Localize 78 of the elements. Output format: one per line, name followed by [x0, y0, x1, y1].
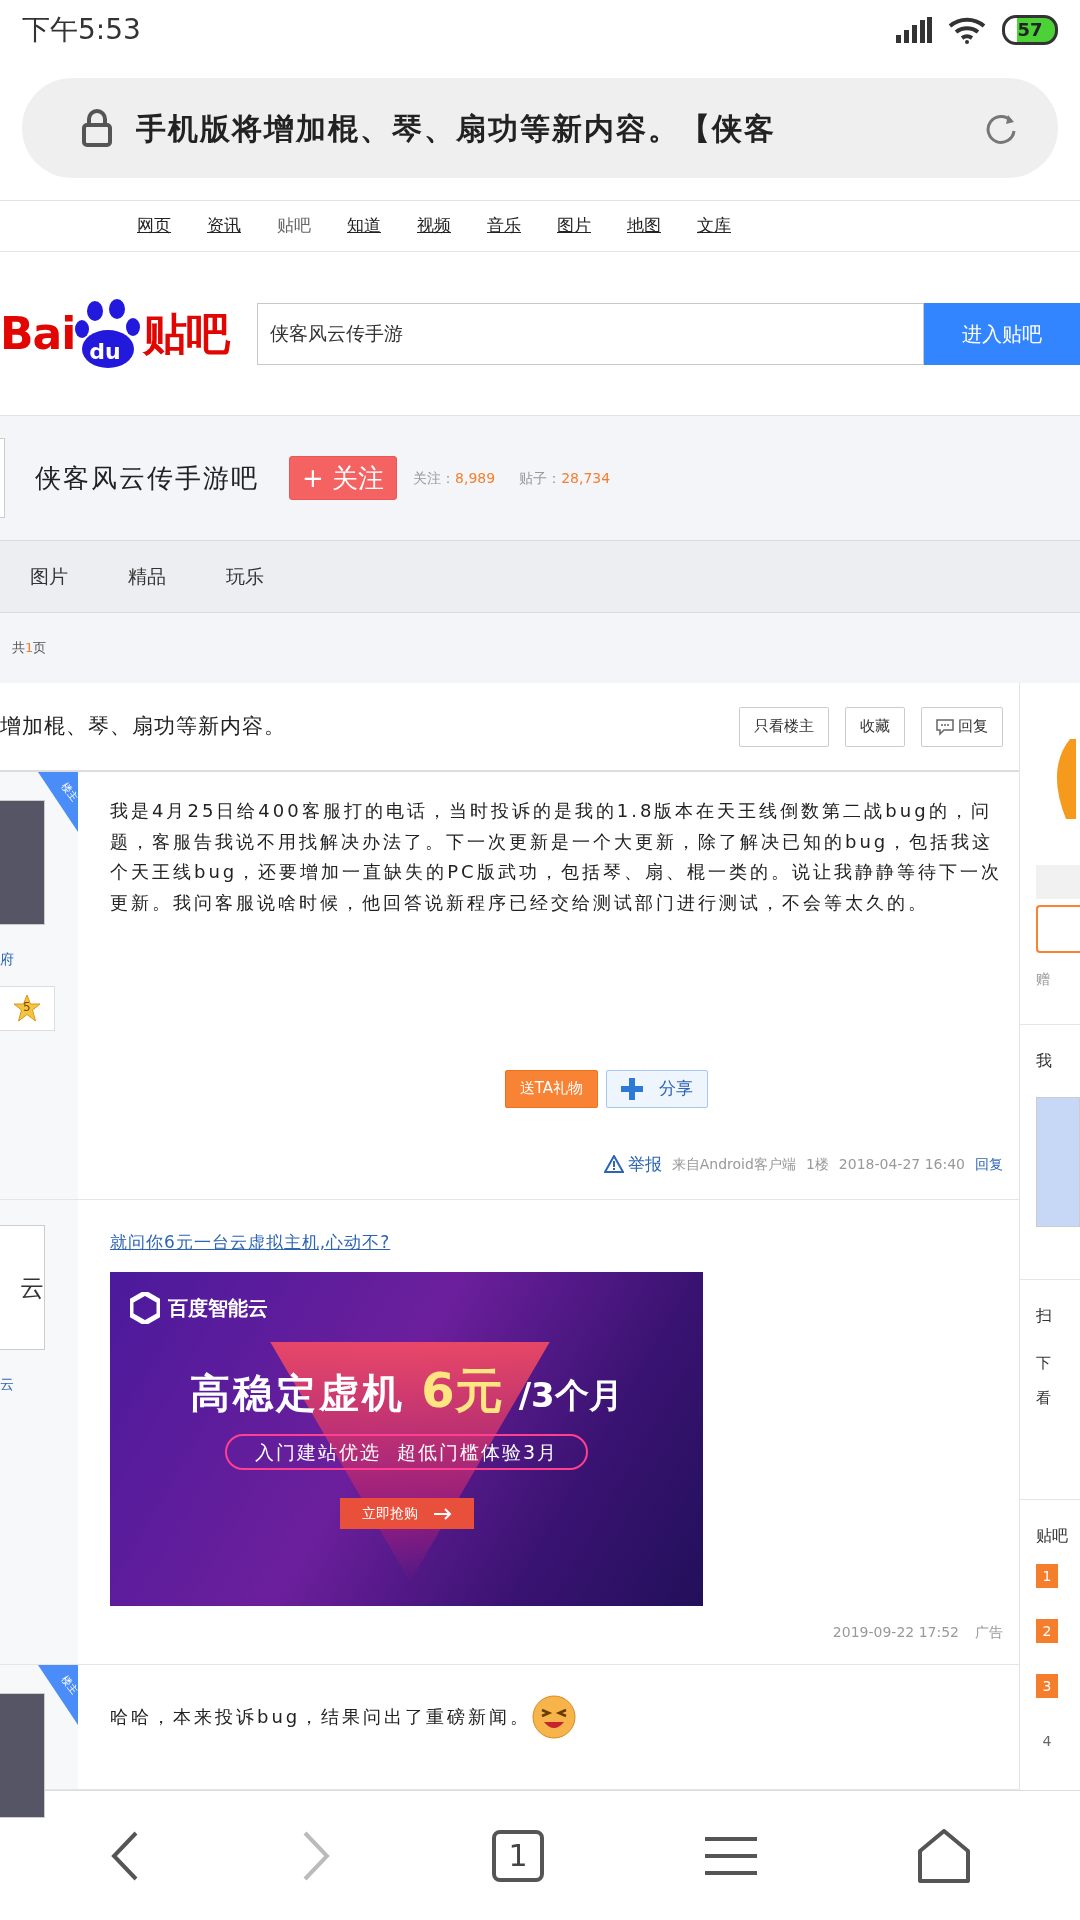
- menu-icon[interactable]: [705, 1834, 757, 1877]
- gift-note: 赠: [1036, 970, 1051, 989]
- home-icon[interactable]: [918, 1828, 970, 1883]
- search-nav-link[interactable]: 文库: [697, 213, 731, 239]
- reply-link[interactable]: 回复: [975, 1153, 1003, 1175]
- banner-period: /3个月: [518, 1373, 623, 1417]
- logo-text: 贴吧: [143, 306, 230, 361]
- thread-title: 增加棍、琴、扇功等新内容。: [0, 712, 286, 740]
- warning-icon: [603, 1155, 624, 1174]
- floor-owner-label: 楼主: [58, 779, 82, 804]
- logo-text: Bai: [0, 306, 76, 361]
- banner-price: 6元: [421, 1360, 503, 1420]
- banner-brand: 百度智能云: [168, 1294, 268, 1322]
- report-link[interactable]: 举报: [603, 1151, 662, 1177]
- sidebar-heading: 贴吧: [1036, 1525, 1069, 1547]
- avatar-logo-text: 云: [20, 1272, 44, 1304]
- gift-input[interactable]: [1036, 905, 1080, 953]
- search-field[interactable]: 侠客风云传手游: [257, 302, 925, 365]
- floor-number: 1楼: [805, 1154, 829, 1174]
- search-nav-link[interactable]: 图片: [557, 213, 591, 239]
- floor-owner-label: 楼主: [58, 1672, 82, 1697]
- buy-now-button[interactable]: 立即抢购: [339, 1498, 474, 1529]
- username[interactable]: 云: [0, 1374, 78, 1395]
- search-nav-link[interactable]: 地图: [627, 213, 661, 239]
- post-text: 哈哈，本来投诉bug，结果问出了重磅新闻。: [110, 1704, 532, 1729]
- rank-number: 4: [1041, 1732, 1053, 1751]
- forum-tab[interactable]: 玩乐: [226, 562, 264, 591]
- share-button[interactable]: 分享: [606, 1069, 709, 1108]
- post-text: 我是4月25日给400客服打的电话，当时投诉的是我的1.8版本在天王线倒数第二战bug的，问题，客服告我说不用找解决办法了。下一次更新是一个大更新，除了解决已知的bug，包括我这个天王线bug，还要增加一直缺失的PC版武功，包括琴、扇、棍一类的。说让我静静等待下一次更新。我问客服说啥时候，他回答说新程序已经交给测试部门进行测试，不会等太久的。: [110, 799, 1003, 915]
- username[interactable]: 府: [0, 949, 78, 970]
- tabs-button[interactable]: 1: [492, 1829, 544, 1882]
- arrow-right-icon: [433, 1507, 452, 1520]
- forum-tab[interactable]: 精品: [128, 562, 166, 591]
- ad-banner[interactable]: 百度智能云 高稳定虚机 6元 /3个月 入门建站优选 超低门槛体验3月 立即抢购: [110, 1271, 703, 1606]
- lock-icon: [82, 109, 112, 147]
- thread-action-button[interactable]: 收藏: [845, 706, 905, 747]
- emoji-icon: [531, 1694, 578, 1740]
- forum-name: 侠客风云传手游吧: [35, 461, 259, 495]
- wifi-icon: [948, 16, 986, 44]
- sidebar-heading: 我: [1036, 1050, 1053, 1072]
- search-nav-link[interactable]: 音乐: [487, 213, 521, 239]
- search-nav-link[interactable]: 网页: [137, 213, 171, 239]
- search-nav-link[interactable]: 资讯: [207, 213, 241, 239]
- thread-action-button[interactable]: 只看楼主: [739, 706, 829, 747]
- rank-number: 3: [1036, 1674, 1058, 1698]
- page-title: 手机版将增加棍、琴、扇功等新内容。【侠客: [136, 109, 776, 148]
- post-count: 贴子：28,734: [519, 468, 611, 488]
- comment-icon: [936, 717, 954, 736]
- ad-title-link[interactable]: 就问你6元一台云虚拟主机,心动不?: [110, 1230, 391, 1256]
- post-time: 2019-09-22 17:52: [832, 1622, 959, 1642]
- search-nav-link[interactable]: 贴吧: [277, 213, 311, 239]
- page-count: 共1页: [12, 639, 47, 658]
- hexagon-logo-icon: [130, 1291, 160, 1324]
- search-nav-link[interactable]: 视频: [417, 213, 451, 239]
- follower-count: 关注：8,989: [413, 468, 496, 488]
- sidebar-text: 下: [1036, 1353, 1052, 1374]
- rank-number: 2: [1036, 1619, 1058, 1643]
- signal-icon: [896, 17, 932, 43]
- ad-label: 广告: [975, 1622, 1003, 1642]
- banner-headline: 高稳定虚机: [190, 1368, 406, 1418]
- sidebar-heading: 扫: [1036, 1305, 1053, 1327]
- star-icon: [12, 993, 42, 1024]
- post-time: 2018-04-27 16:40: [838, 1154, 965, 1174]
- address-bar[interactable]: 手机版将增加棍、琴、扇功等新内容。【侠客: [22, 78, 1058, 178]
- forum-tab[interactable]: 图片: [30, 562, 68, 591]
- search-nav-link[interactable]: 知道: [347, 213, 381, 239]
- enter-forum-button[interactable]: 进入贴吧: [924, 302, 1080, 365]
- level-number: 5: [23, 999, 31, 1014]
- banner-subline: 入门建站优选 超低门槛体验3月: [224, 1433, 589, 1470]
- back-icon[interactable]: [110, 1830, 140, 1881]
- post-source: 来自Android客户端: [671, 1154, 796, 1174]
- plus-icon: [621, 1077, 644, 1100]
- rank-number: 1: [1036, 1564, 1058, 1588]
- reply-button[interactable]: 回复: [921, 706, 1003, 747]
- logo-text: du: [89, 337, 121, 366]
- status-time: 下午5:53: [22, 12, 141, 48]
- sidebar-text: 看: [1036, 1387, 1052, 1409]
- battery-indicator: 57: [1002, 15, 1058, 45]
